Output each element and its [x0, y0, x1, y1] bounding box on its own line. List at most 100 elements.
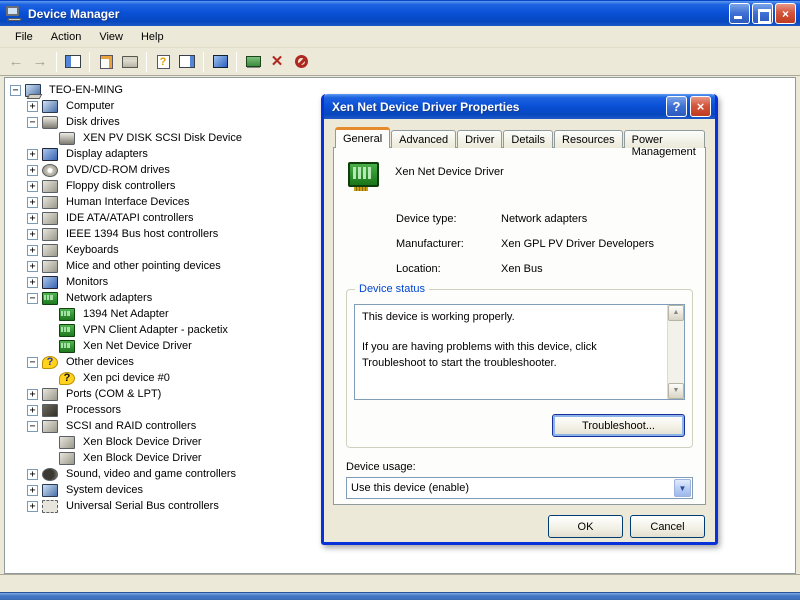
expand-toggle-icon[interactable]: +	[27, 501, 38, 512]
forward-arrow-icon: →	[33, 54, 48, 69]
expand-toggle-icon[interactable]: +	[27, 389, 38, 400]
update-driver-icon	[246, 56, 261, 67]
menu-view[interactable]: View	[90, 28, 132, 46]
troubleshoot-button[interactable]: Troubleshoot...	[552, 414, 685, 437]
window-bottom-chrome	[0, 574, 800, 592]
print-icon	[122, 56, 138, 68]
expand-toggle-icon[interactable]: +	[27, 197, 38, 208]
tab-details[interactable]: Details	[503, 130, 553, 148]
ok-button[interactable]: OK	[548, 515, 623, 538]
tree-item-label: Human Interface Devices	[63, 195, 193, 209]
location-label: Location:	[396, 263, 501, 275]
scsi-icon	[42, 420, 58, 433]
expand-toggle-icon[interactable]: +	[27, 229, 38, 240]
tree-item-label: VPN Client Adapter - packetix	[80, 323, 231, 337]
properties-button[interactable]	[94, 51, 118, 73]
nic-icon	[59, 308, 75, 321]
expand-toggle-icon[interactable]: +	[27, 181, 38, 192]
window-titlebar: Device Manager ×	[0, 0, 800, 26]
monitor-icon	[42, 276, 58, 289]
forward-button[interactable]: →	[28, 51, 52, 73]
tree-item-label: TEO-EN-MING	[46, 83, 126, 97]
expand-toggle-icon[interactable]: +	[27, 405, 38, 416]
expand-toggle-icon[interactable]: +	[27, 149, 38, 160]
scan-hardware-changes-button[interactable]	[208, 51, 232, 73]
scan-hardware-changes-icon	[213, 55, 228, 68]
tree-item-label: SCSI and RAID controllers	[63, 419, 199, 433]
ide-icon	[42, 212, 58, 225]
menu-action[interactable]: Action	[42, 28, 91, 46]
expand-toggle-icon[interactable]: +	[27, 213, 38, 224]
location-row: Location: Xen Bus	[396, 263, 693, 275]
update-driver-button[interactable]	[241, 51, 265, 73]
troubleshoot-row: Troubleshoot...	[354, 414, 685, 437]
uninstall-button[interactable]: ✕	[265, 51, 289, 73]
expand-toggle-icon[interactable]: +	[27, 245, 38, 256]
expand-toggle-icon[interactable]: −	[10, 85, 21, 96]
scsi-icon	[59, 452, 75, 465]
show-action-pane-button[interactable]	[175, 51, 199, 73]
device-type-label: Device type:	[396, 213, 501, 225]
network-adapter-icon	[348, 162, 379, 187]
status-scrollbar[interactable]: ▲ ▼	[667, 305, 684, 399]
keyboard-icon	[42, 244, 58, 257]
port-icon	[42, 388, 58, 401]
print-button[interactable]	[118, 51, 142, 73]
tree-item-label: XEN PV DISK SCSI Disk Device	[80, 131, 245, 145]
device-fields: Device type: Network adapters Manufactur…	[396, 213, 693, 275]
question-icon	[42, 356, 58, 369]
back-button[interactable]: ←	[4, 51, 28, 73]
expand-toggle-icon[interactable]: −	[27, 117, 38, 128]
toolbar-separator	[56, 52, 57, 72]
minimize-button[interactable]	[729, 3, 750, 24]
help-button[interactable]: ?	[151, 51, 175, 73]
status-line-1: This device is working properly.	[362, 310, 660, 326]
menu-file[interactable]: File	[6, 28, 42, 46]
question-warn-icon	[59, 372, 75, 385]
close-button[interactable]: ×	[775, 3, 796, 24]
expand-toggle-icon[interactable]: +	[27, 101, 38, 112]
expand-toggle-icon[interactable]: −	[27, 421, 38, 432]
device-status-label: Device status	[355, 283, 429, 295]
console-tree-icon	[65, 55, 81, 68]
manufacturer-value: Xen GPL PV Driver Developers	[501, 238, 654, 250]
scroll-down-icon[interactable]: ▼	[668, 383, 684, 399]
tree-item-label: Xen pci device #0	[80, 371, 173, 385]
ieee1394-icon	[42, 228, 58, 241]
tree-item-label: Other devices	[63, 355, 137, 369]
tab-advanced[interactable]: Advanced	[391, 130, 456, 148]
tree-item-label: Universal Serial Bus controllers	[63, 499, 222, 513]
toolbar-separator	[146, 52, 147, 72]
client-area: − TEO-EN-MING + Computer − Disk drives X…	[0, 76, 800, 574]
tab-driver[interactable]: Driver	[457, 130, 502, 148]
expand-toggle-icon[interactable]: +	[27, 165, 38, 176]
show-console-tree-button[interactable]	[61, 51, 85, 73]
menu-help[interactable]: Help	[132, 28, 173, 46]
expand-toggle-icon[interactable]: −	[27, 357, 38, 368]
tree-item-label: DVD/CD-ROM drives	[63, 163, 173, 177]
disable-button[interactable]	[289, 51, 313, 73]
expand-toggle-icon[interactable]: +	[27, 277, 38, 288]
maximize-button[interactable]	[752, 3, 773, 24]
expand-toggle-icon[interactable]: +	[27, 261, 38, 272]
toolbar: ← → ? ✕	[0, 48, 800, 76]
tab-power-management[interactable]: Power Management	[624, 130, 705, 148]
hid-icon	[42, 196, 58, 209]
properties-icon	[100, 55, 113, 69]
tab-general[interactable]: General	[335, 127, 390, 148]
dialog-close-button[interactable]: ×	[690, 96, 711, 117]
manufacturer-label: Manufacturer:	[396, 238, 501, 250]
dialog-help-button[interactable]: ?	[666, 96, 687, 117]
chevron-down-icon[interactable]: ▼	[674, 479, 691, 497]
tab-resources[interactable]: Resources	[554, 130, 623, 148]
expand-toggle-icon[interactable]: −	[27, 293, 38, 304]
device-usage-dropdown[interactable]: Use this device (enable) ▼	[346, 477, 693, 499]
cancel-button[interactable]: Cancel	[630, 515, 705, 538]
device-usage-value: Use this device (enable)	[347, 482, 673, 494]
scroll-up-icon[interactable]: ▲	[668, 305, 684, 321]
expand-toggle-icon[interactable]: +	[27, 469, 38, 480]
disk-icon	[59, 132, 75, 145]
nic-icon	[59, 324, 75, 337]
tree-item-label: Sound, video and game controllers	[63, 467, 239, 481]
expand-toggle-icon[interactable]: +	[27, 485, 38, 496]
